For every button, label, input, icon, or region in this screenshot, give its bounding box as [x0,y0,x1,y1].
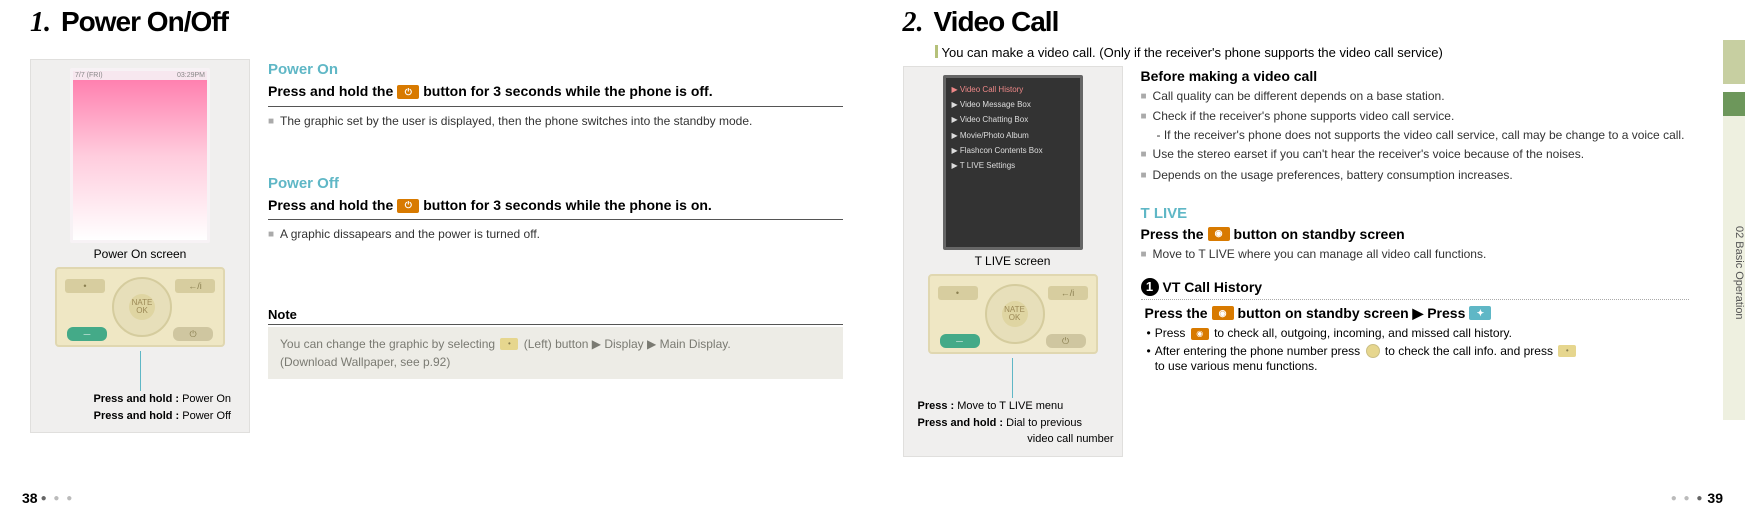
section-title: Video Call [934,6,1059,38]
bullet: ■ A graphic dissapears and the power is … [268,226,843,242]
keypad-call-key: ⏤ [940,334,980,348]
menu-item: T LIVE Settings [960,161,1015,170]
keypad-center-button: NATE OK [129,294,155,320]
keypad-call-key: ⏤ [67,327,107,341]
nav-key-icon: ✦ [1469,306,1491,320]
menu-item: Movie/Photo Album [960,131,1029,140]
screen-time: 03:29PM [177,72,205,79]
page-number-left: 38 ● ● ● [22,490,74,506]
power-on-instruction: Press and hold the ⏻ button for 3 second… [268,82,843,107]
keypad-illustration: • ←/i NATE OK ⏤ ⏻ [928,274,1098,354]
bullet: ■Depends on the usage preferences, batte… [1141,167,1690,183]
key-callouts-right: Press : Move to T LIVE menu Press and ho… [912,398,1114,448]
chapter-side-tab: 02 Basic Operation [1723,40,1745,420]
section-intro: You can make a video call. (Only if the … [935,45,1716,60]
screenshot-caption: T LIVE screen [912,254,1114,268]
page-number-right: ● ● ● 39 [1671,490,1723,506]
bullet: ■Move to T LIVE where you can manage all… [1141,246,1690,262]
camera-key-icon: ◉ [1208,227,1230,241]
power-off-heading: Power Off [268,175,843,192]
text-column-right: Before making a video call ■Call quality… [1141,66,1716,457]
section-number: 2. [903,7,924,39]
soft-key-icon: • [1558,345,1576,357]
section-header-1: 1. Power On/Off [30,6,843,39]
callout-label: Press : [918,400,958,412]
camera-key-icon: ◉ [1212,306,1234,320]
page-spread: 1. Power On/Off 7/7 (FRI) 03:29PM Power … [0,0,1745,510]
left-soft-key-icon: • [500,338,518,350]
bullet: ■Call quality can be different depends o… [1141,88,1690,104]
callout-text: Move to T LIVE menu [957,400,1063,412]
bullet: ■ The graphic set by the user is display… [268,113,843,129]
menu-item: Video Call History [960,85,1023,94]
step-number-icon: 1 [1141,278,1159,296]
tlive-instruction: Press the ◉ button on standby screen [1141,226,1690,242]
menu-item: Flashcon Contents Box [960,146,1043,155]
power-on-heading: Power On [268,61,843,78]
callout-label: Press and hold : [918,417,1007,429]
bullet: ■Use the stereo earset if you can't hear… [1141,146,1690,162]
note-box: You can change the graphic by selecting … [268,327,843,379]
bullet: ■Check if the receiver's phone supports … [1141,108,1690,124]
menu-item: Video Chatting Box [960,115,1028,124]
callout-text: video call number [1027,433,1113,445]
chapter-tab-label: 02 Basic Operation [1723,116,1745,420]
end-key-icon: ⏻ [397,199,419,213]
screen-date: 7/7 (FRI) [75,72,103,79]
page-right: 2. Video Call You can make a video call.… [873,0,1745,510]
tlive-heading: T LIVE [1141,205,1690,222]
screenshot-panel-left: 7/7 (FRI) 03:29PM Power On screen • ←/i … [30,59,250,433]
vt-history-heading: 1 VT Call History [1141,278,1690,300]
phone-screen-power-on: 7/7 (FRI) 03:29PM [70,68,210,243]
keypad-illustration: • ←/i NATE OK ⏤ ⏻ [55,267,225,347]
note-heading: Note [268,307,843,325]
center-key-icon [1366,344,1380,358]
keypad-center-button: NATE OK [1002,301,1028,327]
text-column-left: Power On Press and hold the ⏻ button for… [268,59,843,433]
callout-text: Power Off [182,410,231,422]
menu-item: Video Message Box [960,100,1031,109]
key-callouts-left: Press and hold : Power On Press and hold… [39,391,241,424]
dot-bullet: • After entering the phone number press … [1147,344,1690,375]
end-key-icon: ⏻ [397,85,419,99]
camera-key-icon: ◉ [1191,328,1209,340]
callout-label: Press and hold : [94,410,183,422]
keypad-end-key: ⏻ [1046,334,1086,348]
page-left: 1. Power On/Off 7/7 (FRI) 03:29PM Power … [0,0,873,510]
callout-text: Power On [182,393,231,405]
section-header-2: 2. Video Call [903,6,1716,39]
keypad-end-key: ⏻ [173,327,213,341]
power-off-instruction: Press and hold the ⏻ button for 3 second… [268,196,843,221]
section-title: Power On/Off [61,6,228,38]
section-number: 1. [30,7,51,39]
vt-instruction: Press the ◉ button on standby screen ▶ P… [1145,305,1690,322]
phone-screen-tlive: ▶ Video Call History ▶ Video Message Box… [943,75,1083,250]
sub-bullet: - If the receiver's phone does not suppo… [1157,128,1690,142]
screenshot-panel-right: ▶ Video Call History ▶ Video Message Box… [903,66,1123,457]
screenshot-caption: Power On screen [39,247,241,261]
callout-label: Press and hold : [93,393,182,405]
callout-text: Dial to previous [1006,417,1082,429]
dot-bullet: • Press ◉ to check all, outgoing, incomi… [1147,326,1690,342]
before-heading: Before making a video call [1141,68,1690,84]
